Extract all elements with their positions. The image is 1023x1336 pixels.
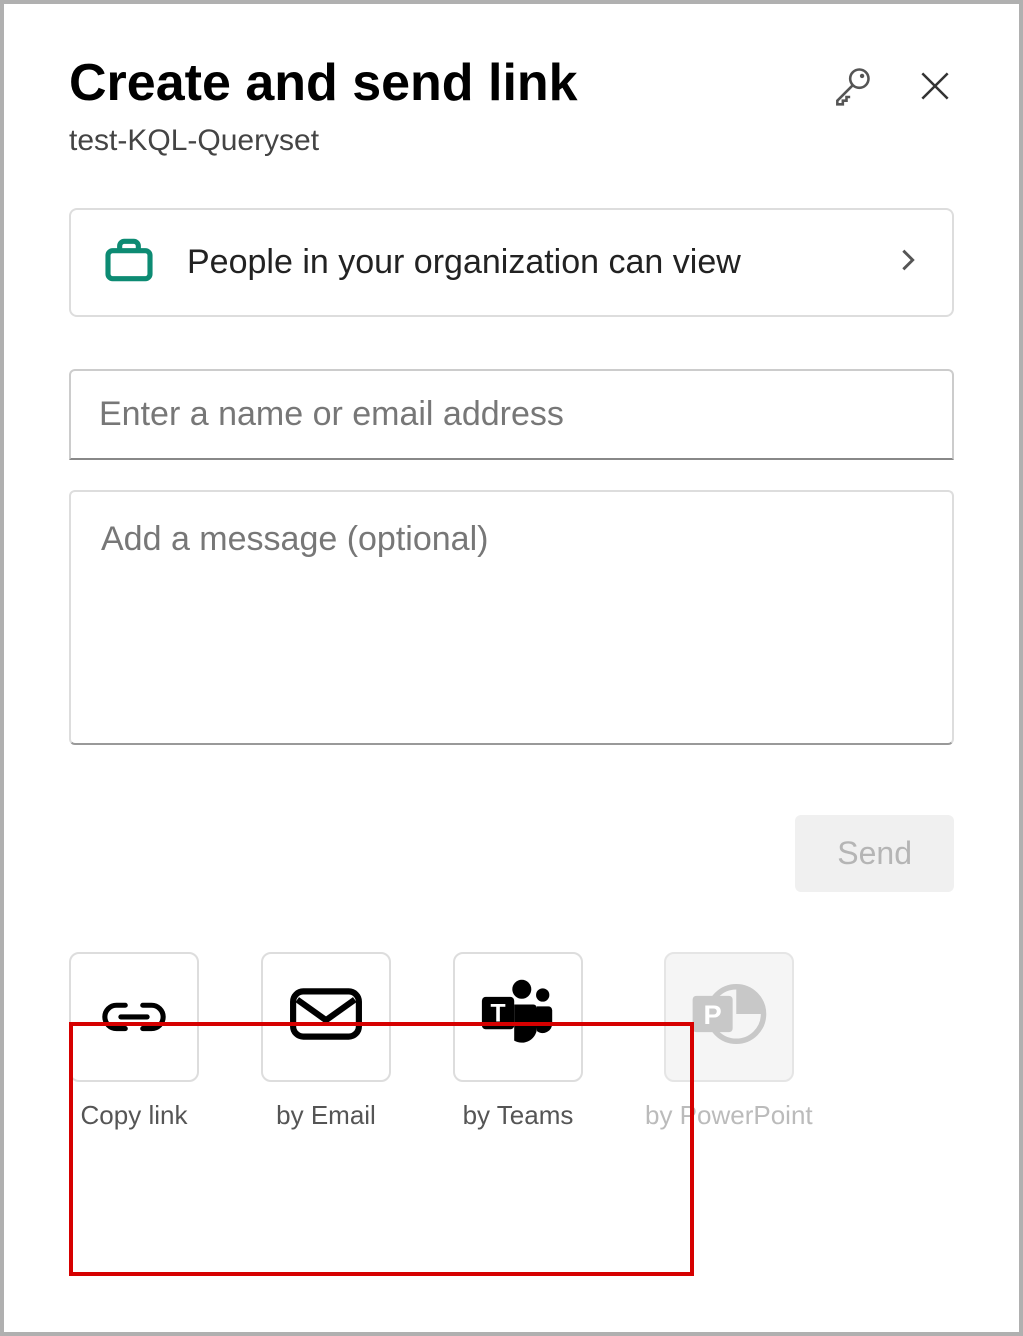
copy-link-option[interactable]: Copy link: [69, 952, 199, 1131]
by-email-option[interactable]: by Email: [261, 952, 391, 1131]
send-button[interactable]: Send: [795, 815, 954, 892]
close-icon[interactable]: [916, 67, 954, 105]
dialog-subtitle: test-KQL-Queryset: [69, 124, 830, 158]
mail-icon: [289, 987, 363, 1046]
link-icon: [99, 992, 169, 1041]
by-teams-option[interactable]: T by Teams: [453, 952, 583, 1131]
by-teams-box: T: [453, 952, 583, 1082]
header-text-block: Create and send link test-KQL-Queryset: [69, 54, 830, 158]
recipient-input[interactable]: [69, 369, 954, 460]
share-options-row: Copy link by Email: [69, 952, 954, 1131]
send-row: Send: [69, 815, 954, 892]
by-email-label: by Email: [276, 1100, 376, 1131]
by-email-box: [261, 952, 391, 1082]
permission-selector[interactable]: People in your organization can view: [69, 208, 954, 317]
svg-text:P: P: [703, 999, 721, 1030]
teams-icon: T: [476, 976, 560, 1057]
message-textarea[interactable]: [69, 490, 954, 745]
by-powerpoint-option[interactable]: P by PowerPoint: [645, 952, 813, 1131]
chevron-right-icon: [894, 246, 922, 279]
by-powerpoint-box: P: [664, 952, 794, 1082]
dialog-header: Create and send link test-KQL-Queryset: [69, 54, 954, 158]
svg-text:T: T: [491, 1001, 506, 1028]
share-dialog: Create and send link test-KQL-Queryset: [0, 0, 1023, 1336]
key-icon[interactable]: [830, 64, 874, 108]
powerpoint-icon: P: [689, 979, 769, 1054]
copy-link-label: Copy link: [81, 1100, 188, 1131]
header-icons: [830, 64, 954, 108]
permission-text: People in your organization can view: [187, 237, 864, 288]
by-powerpoint-label: by PowerPoint: [645, 1100, 813, 1131]
dialog-title: Create and send link: [69, 54, 830, 114]
copy-link-box: [69, 952, 199, 1082]
by-teams-label: by Teams: [463, 1100, 574, 1131]
briefcase-icon: [101, 232, 157, 293]
